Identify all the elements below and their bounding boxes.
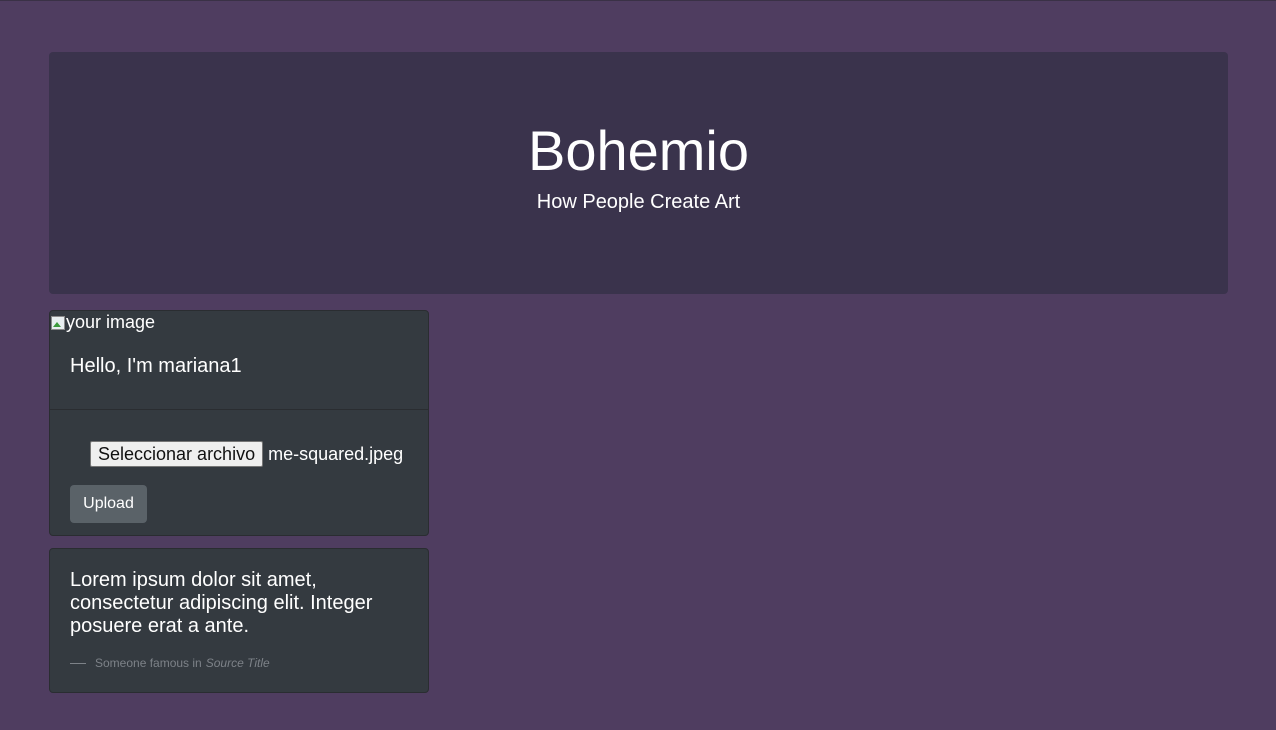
quote-footer: Someone famous in Source Title [70, 656, 270, 670]
profile-card: your image Hello, I'm mariana1 Seleccion… [49, 310, 429, 536]
upload-button[interactable]: Upload [70, 485, 147, 523]
quote-text: Lorem ipsum dolor sit amet, consectetur … [70, 569, 373, 637]
profile-greeting: Hello, I'm mariana1 [70, 355, 242, 377]
broken-image-icon [50, 314, 66, 330]
card-divider [50, 409, 428, 410]
profile-image: your image [50, 312, 155, 332]
quote-card: Lorem ipsum dolor sit amet, consectetur … [49, 548, 429, 693]
profile-image-alt-text: your image [66, 312, 156, 332]
selected-file-name: me-squared.jpeg [268, 444, 404, 464]
file-input[interactable]: Seleccionar archivo me-squared.jpeg [90, 441, 403, 467]
jumbotron: Bohemio How People Create Art [49, 52, 1228, 294]
quote-dash [70, 662, 86, 664]
page-subtitle: How People Create Art [536, 191, 741, 213]
quote-author: Someone famous in [95, 656, 202, 670]
page-title: Bohemio [527, 119, 750, 182]
choose-file-button[interactable]: Seleccionar archivo [90, 441, 264, 467]
quote-source: Source Title [205, 656, 270, 670]
